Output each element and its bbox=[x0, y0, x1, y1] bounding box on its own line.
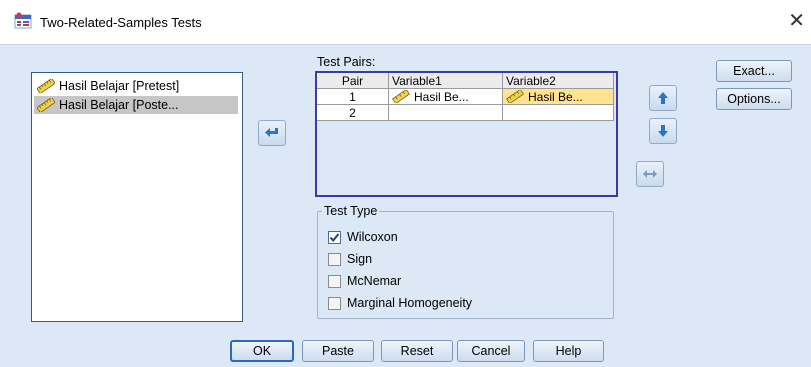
sign-option[interactable]: Sign bbox=[328, 252, 372, 266]
help-button[interactable]: Help bbox=[533, 340, 604, 362]
variable2-cell[interactable] bbox=[503, 105, 614, 121]
title-bar: Two-Related-Samples Tests ✕ bbox=[0, 0, 811, 45]
ok-button[interactable]: OK bbox=[230, 340, 294, 362]
marginal-homogeneity-option[interactable]: Marginal Homogeneity bbox=[328, 296, 472, 310]
paste-button-label: Paste bbox=[322, 344, 354, 358]
cancel-button[interactable]: Cancel bbox=[457, 340, 525, 362]
mcnemar-checkbox[interactable] bbox=[328, 274, 341, 288]
arrow-up-icon bbox=[658, 92, 668, 104]
column-header-pair: Pair bbox=[317, 73, 389, 89]
help-button-label: Help bbox=[555, 344, 582, 358]
scale-variable-icon bbox=[506, 90, 524, 103]
marginal-homogeneity-checkbox[interactable] bbox=[328, 296, 341, 310]
variable-item-label: Hasil Belajar [Poste... bbox=[59, 98, 179, 112]
exact-button-label: Exact... bbox=[733, 64, 775, 78]
checkmark-icon bbox=[329, 232, 340, 242]
close-icon[interactable]: ✕ bbox=[788, 8, 805, 33]
wilcoxon-option[interactable]: Wilcoxon bbox=[328, 230, 398, 244]
move-pair-up-button[interactable] bbox=[649, 85, 677, 111]
mcnemar-option[interactable]: McNemar bbox=[328, 274, 401, 288]
swap-icon bbox=[643, 170, 657, 178]
cancel-button-label: Cancel bbox=[471, 344, 511, 358]
variable-item-label: Hasil Belajar [Pretest] bbox=[59, 79, 180, 93]
variable1-cell[interactable] bbox=[389, 105, 503, 121]
variable1-value: Hasil Be... bbox=[414, 89, 469, 104]
variable2-cell[interactable]: Hasil Be... bbox=[503, 89, 614, 105]
variable1-cell[interactable]: Hasil Be... bbox=[389, 89, 503, 105]
move-pair-down-button[interactable] bbox=[649, 118, 677, 144]
scale-variable-icon bbox=[37, 79, 55, 93]
scale-variable-icon bbox=[37, 98, 55, 112]
move-to-pairs-button[interactable] bbox=[258, 120, 286, 146]
variable-item-pretest[interactable]: Hasil Belajar [Pretest] bbox=[34, 77, 238, 95]
table-row[interactable]: 1 Hasil Be... Hasil Be... bbox=[317, 89, 614, 105]
scale-variable-icon bbox=[392, 90, 410, 103]
variable-item-posttest[interactable]: Hasil Belajar [Poste... bbox=[34, 96, 238, 114]
source-variable-list[interactable]: Hasil Belajar [Pretest] Hasil Belajar [P… bbox=[31, 72, 243, 322]
wilcoxon-label: Wilcoxon bbox=[347, 230, 398, 244]
reset-button-label: Reset bbox=[400, 344, 434, 358]
window-title: Two-Related-Samples Tests bbox=[40, 15, 202, 30]
swap-variables-button[interactable] bbox=[636, 161, 664, 187]
pair-number-cell: 2 bbox=[317, 105, 389, 121]
two-related-samples-dialog: Two-Related-Samples Tests ✕ Hasil Belaja… bbox=[0, 0, 811, 367]
arrow-down-icon bbox=[658, 125, 668, 137]
column-header-variable1: Variable1 bbox=[389, 73, 503, 89]
sign-label: Sign bbox=[347, 252, 373, 266]
move-right-arrow-icon bbox=[265, 128, 278, 137]
exact-button[interactable]: Exact... bbox=[716, 60, 792, 82]
spss-dialog-icon bbox=[14, 12, 32, 29]
wilcoxon-checkbox[interactable] bbox=[328, 230, 341, 244]
column-header-variable2: Variable2 bbox=[503, 73, 614, 89]
paste-button[interactable]: Paste bbox=[302, 340, 374, 362]
test-pairs-label: Test Pairs: bbox=[317, 55, 376, 69]
test-pairs-table[interactable]: Pair Variable1 Variable2 1 Hasil Be... H… bbox=[315, 71, 618, 197]
reset-button[interactable]: Reset bbox=[381, 340, 453, 362]
variable2-value: Hasil Be... bbox=[528, 89, 583, 104]
table-row[interactable]: 2 bbox=[317, 105, 614, 121]
options-button-label: Options... bbox=[727, 92, 781, 106]
options-button[interactable]: Options... bbox=[716, 88, 792, 110]
marginal-homogeneity-label: Marginal Homogeneity bbox=[347, 296, 473, 310]
table-header-row: Pair Variable1 Variable2 bbox=[317, 73, 614, 89]
ok-button-label: OK bbox=[252, 344, 272, 358]
pair-number-cell: 1 bbox=[317, 89, 389, 105]
sign-checkbox[interactable] bbox=[328, 252, 341, 266]
mcnemar-label: McNemar bbox=[347, 274, 402, 288]
test-type-label: Test Type bbox=[322, 204, 380, 218]
